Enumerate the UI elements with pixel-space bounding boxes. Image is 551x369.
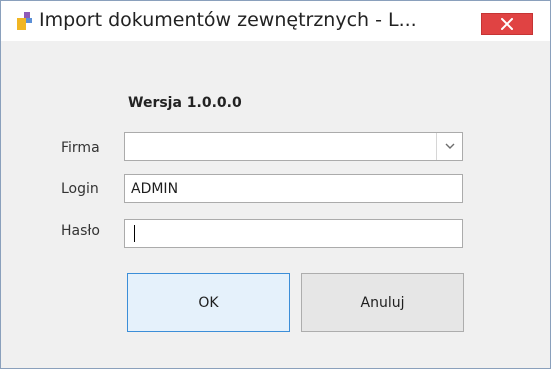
cancel-button[interactable]: Anuluj xyxy=(301,273,464,332)
password-input[interactable] xyxy=(124,219,463,248)
firma-value xyxy=(131,139,191,153)
ok-button[interactable]: OK xyxy=(127,273,290,332)
title-bar[interactable]: Import dokumentów zewnętrznych - L... xyxy=(1,1,550,41)
login-input[interactable] xyxy=(124,174,463,203)
password-label: Hasło xyxy=(61,223,100,239)
version-label: Wersja 1.0.0.0 xyxy=(128,95,242,111)
close-button[interactable] xyxy=(481,13,533,35)
firma-label: Firma xyxy=(61,140,100,156)
close-icon xyxy=(501,18,513,30)
login-label: Login xyxy=(61,181,99,197)
app-icon xyxy=(17,12,33,30)
firma-select[interactable] xyxy=(124,132,463,161)
window-title: Import dokumentów zewnętrznych - L... xyxy=(39,9,417,31)
text-caret xyxy=(134,225,135,242)
firma-dropdown-button[interactable] xyxy=(436,133,462,160)
dialog-window: Import dokumentów zewnętrznych - L... We… xyxy=(0,0,551,369)
chevron-down-icon xyxy=(445,143,454,149)
